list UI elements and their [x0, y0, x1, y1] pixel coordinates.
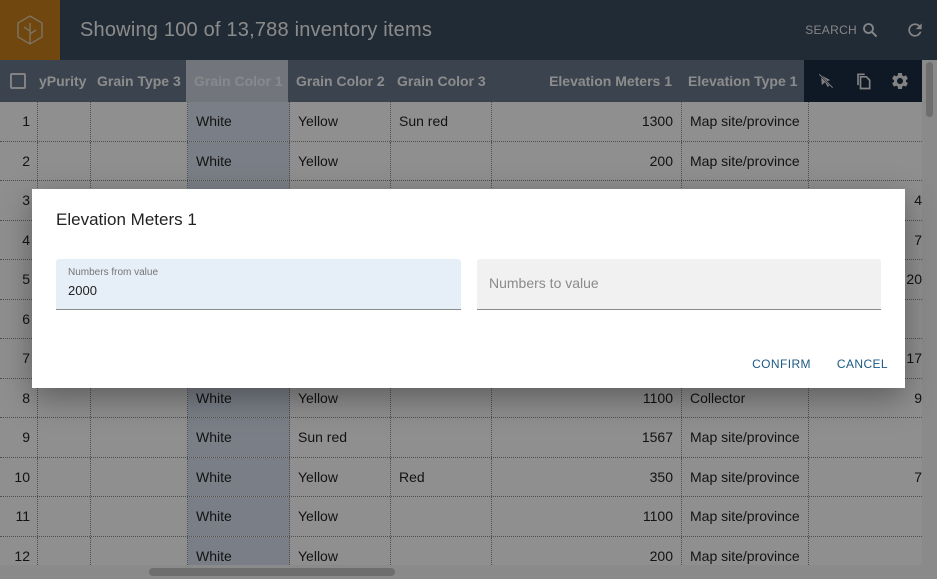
to-value-input[interactable]: [489, 275, 869, 291]
confirm-button[interactable]: CONFIRM: [752, 357, 811, 371]
from-value-field[interactable]: Numbers from value: [56, 259, 461, 310]
from-value-input[interactable]: [68, 283, 448, 298]
dialog-title: Elevation Meters 1: [56, 210, 197, 229]
to-value-field[interactable]: [477, 259, 881, 310]
cancel-button[interactable]: CANCEL: [837, 357, 888, 371]
from-value-label: Numbers from value: [68, 267, 159, 278]
range-filter-dialog: Elevation Meters 1 Numbers from value CO…: [32, 189, 905, 388]
